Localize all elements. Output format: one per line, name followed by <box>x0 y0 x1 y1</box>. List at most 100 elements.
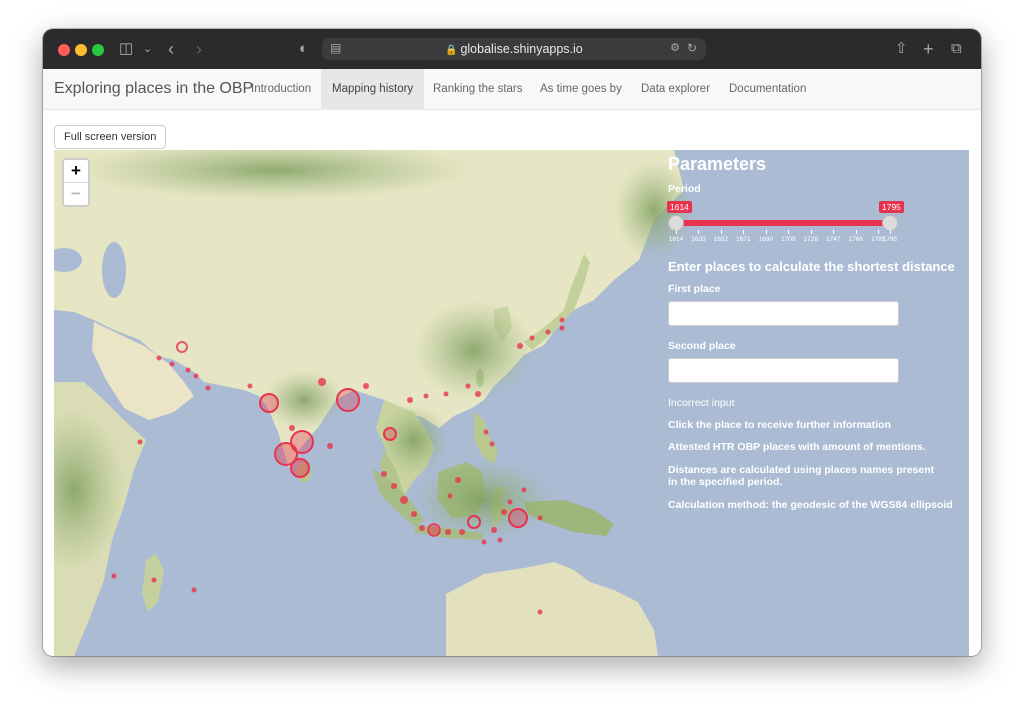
place-marker[interactable] <box>559 325 565 331</box>
sidebar-icon[interactable]: ◫ <box>119 40 133 58</box>
second-place-input[interactable] <box>668 358 899 383</box>
info-click: Click the place to receive further infor… <box>668 419 891 431</box>
place-marker[interactable] <box>489 441 495 447</box>
place-marker[interactable] <box>465 383 471 389</box>
place-marker[interactable] <box>517 343 523 349</box>
new-tab-icon[interactable]: + <box>923 40 934 58</box>
place-marker[interactable] <box>545 329 551 335</box>
period-slider-ticks: 1614 1633 1652 1671 1690 1709 1728 1747 1766 1785… <box>668 230 908 246</box>
place-marker[interactable] <box>411 511 417 517</box>
close-window-button[interactable] <box>58 44 70 56</box>
place-marker[interactable] <box>501 509 507 515</box>
browser-window: ◫ ⌄ ‹ › ◐ ▤ 🔒 globalise.shinyapps.io ⚙ ↻… <box>43 29 981 656</box>
place-marker[interactable] <box>205 385 211 391</box>
full-screen-button[interactable]: Full screen version <box>54 125 167 149</box>
place-marker[interactable] <box>423 393 429 399</box>
map-view[interactable]: + − Parameters Period 1614 1795 1614 1633… <box>54 150 969 656</box>
address-bar[interactable]: ▤ 🔒 globalise.shinyapps.io ⚙ ↻ <box>322 38 706 60</box>
distance-heading: Enter places to calculate the shortest d… <box>668 259 955 274</box>
place-marker[interactable] <box>151 577 157 583</box>
tab-mapping-history[interactable]: Mapping history <box>321 69 425 109</box>
first-place-label: First place <box>668 283 721 295</box>
minimize-window-button[interactable] <box>75 44 87 56</box>
place-marker[interactable] <box>247 383 253 389</box>
place-marker[interactable] <box>391 483 397 489</box>
place-marker[interactable] <box>336 388 360 412</box>
slider-tick-label: 1728 <box>803 236 819 243</box>
panel-title: Parameters <box>668 154 767 174</box>
slider-tick-label: 1614 <box>668 236 684 243</box>
place-marker[interactable] <box>400 496 408 504</box>
place-marker[interactable] <box>521 487 527 493</box>
place-marker[interactable] <box>259 393 279 413</box>
place-marker[interactable] <box>318 378 326 386</box>
place-marker[interactable] <box>507 499 513 505</box>
reload-icon[interactable]: ↻ <box>687 41 697 55</box>
caspian-sea <box>102 242 126 298</box>
place-marker[interactable] <box>559 317 565 323</box>
forward-icon[interactable]: › <box>196 40 202 58</box>
tab-introduction[interactable]: Introduction <box>240 69 322 109</box>
place-marker[interactable] <box>537 609 543 615</box>
place-marker[interactable] <box>481 539 487 545</box>
url-label: globalise.shinyapps.io <box>460 42 583 56</box>
place-marker[interactable] <box>193 373 199 379</box>
privacy-shield-icon[interactable]: ◐ <box>299 40 308 58</box>
place-marker[interactable] <box>483 429 489 435</box>
incorrect-input-message: Incorrect input <box>668 397 735 409</box>
place-marker[interactable] <box>537 515 543 521</box>
zoom-in-button[interactable]: + <box>64 160 88 182</box>
place-marker[interactable] <box>137 439 143 445</box>
place-marker[interactable] <box>290 458 310 478</box>
place-marker[interactable] <box>383 427 397 441</box>
place-marker[interactable] <box>169 361 175 367</box>
info-attested: Attested HTR OBP places with amount of m… <box>668 441 926 453</box>
slider-tick <box>765 230 767 234</box>
place-marker[interactable] <box>529 335 535 341</box>
place-marker[interactable] <box>445 529 451 535</box>
tab-data-explorer[interactable]: Data explorer <box>630 69 721 109</box>
place-marker[interactable] <box>156 355 162 361</box>
info-distances-line1: Distances are calculated using places na… <box>668 464 935 476</box>
place-marker[interactable] <box>475 391 481 397</box>
chevron-down-icon[interactable]: ⌄ <box>143 40 152 58</box>
back-icon[interactable]: ‹ <box>168 40 174 58</box>
place-marker[interactable] <box>455 477 461 483</box>
share-icon[interactable]: ⇧ <box>895 40 908 58</box>
period-label: Period <box>668 183 701 195</box>
place-marker[interactable] <box>407 397 413 403</box>
slider-tick-label: 1766 <box>848 236 863 243</box>
place-marker[interactable] <box>427 523 441 537</box>
tab-ranking-the-stars[interactable]: Ranking the stars <box>422 69 534 109</box>
slider-tick <box>855 230 857 234</box>
slider-tick-label: 1795 <box>882 236 898 243</box>
place-marker[interactable] <box>459 529 465 535</box>
maximize-window-button[interactable] <box>92 44 104 56</box>
place-marker[interactable] <box>111 573 117 579</box>
place-marker[interactable] <box>491 527 497 533</box>
tab-overview-icon[interactable]: ⧉ <box>951 40 962 58</box>
slider-tick <box>833 230 835 234</box>
place-marker[interactable] <box>447 493 453 499</box>
period-slider-min-handle[interactable] <box>668 215 684 231</box>
place-marker[interactable] <box>497 537 503 543</box>
place-marker[interactable] <box>443 391 449 397</box>
place-marker[interactable] <box>381 471 387 477</box>
period-slider-max-handle[interactable] <box>882 215 898 231</box>
app-brand[interactable]: Exploring places in the OBP <box>54 80 253 98</box>
place-marker[interactable] <box>191 587 197 593</box>
place-marker[interactable] <box>419 525 425 531</box>
place-marker[interactable] <box>327 443 333 449</box>
slider-tick <box>676 230 677 234</box>
tab-as-time-goes-by[interactable]: As time goes by <box>529 69 633 109</box>
place-marker[interactable] <box>289 425 295 431</box>
period-slider-track[interactable] <box>676 220 890 226</box>
slider-tick <box>810 230 812 234</box>
place-marker[interactable] <box>363 383 369 389</box>
place-marker[interactable] <box>508 508 528 528</box>
tab-documentation[interactable]: Documentation <box>718 69 817 109</box>
place-marker[interactable] <box>185 367 191 373</box>
first-place-input[interactable] <box>668 301 899 326</box>
zoom-out-button[interactable]: − <box>64 182 88 205</box>
translate-icon[interactable]: ⚙ <box>670 41 680 54</box>
